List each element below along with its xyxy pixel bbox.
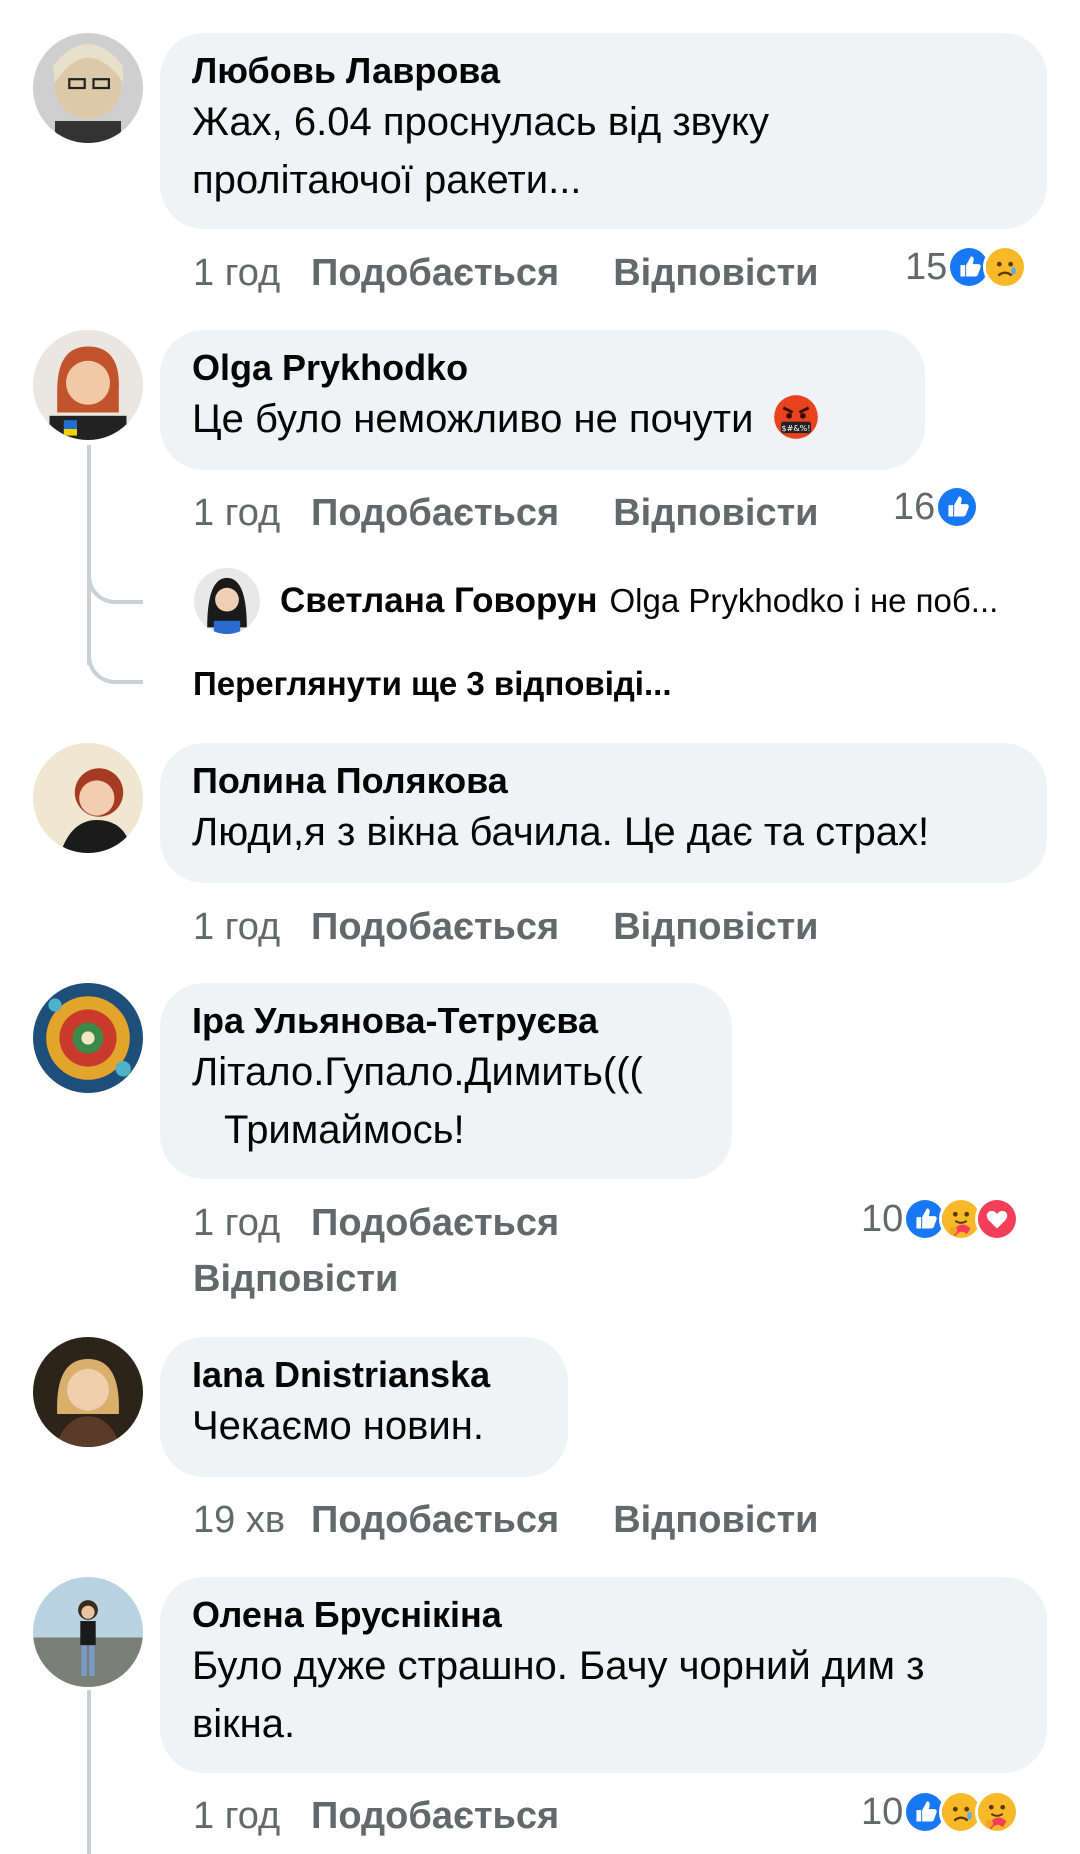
- svg-text:$#&%!: $#&%!: [781, 424, 810, 433]
- comment-text-line: Тримаймось!: [224, 1108, 465, 1152]
- like-button[interactable]: Подобається: [311, 1793, 559, 1839]
- thread-curve-reply: [87, 570, 143, 604]
- avatar[interactable]: [33, 1577, 143, 1687]
- comment-actions: Відповісти: [193, 1256, 398, 1302]
- like-button[interactable]: Подобається: [311, 904, 559, 950]
- comment-text: Це було неможливо не почути $#&%!: [192, 390, 893, 448]
- view-more-replies-link[interactable]: Переглянути ще 3 відповіді...: [193, 665, 671, 703]
- comment-actions: 1 год Подобається Відповісти: [193, 250, 819, 296]
- comment-author[interactable]: Iana Dnistrianska: [192, 1353, 536, 1397]
- like-button[interactable]: Подобається: [311, 490, 559, 536]
- comment-text-line: Люди,я з вікна бачила. Це дає та страх!: [192, 810, 930, 854]
- avatar[interactable]: [33, 330, 143, 440]
- comment-author[interactable]: Іра Ульянова-Тетруєва: [192, 999, 700, 1043]
- reply-button[interactable]: Відповісти: [613, 252, 818, 294]
- comment-bubble: Iana Dnistrianska Чекаємо новин.: [160, 1337, 568, 1477]
- avatar[interactable]: [33, 743, 143, 853]
- comment-time[interactable]: 1 год: [193, 490, 311, 536]
- reaction-count: 15: [905, 246, 948, 288]
- reaction-summary[interactable]: 15: [905, 244, 1028, 290]
- reaction-count: 16: [893, 486, 936, 528]
- comment-text: Літало.Гупало.Димить((( Тримаймось!: [192, 1043, 700, 1159]
- reply-button[interactable]: Відповісти: [613, 492, 818, 534]
- comment-actions: 1 год Подобається Відповісти: [193, 490, 819, 536]
- comment-actions: 1 год Подобається: [193, 1200, 613, 1246]
- comment-bubble: Олена Бруснікіна Було дуже страшно. Бачу…: [160, 1577, 1047, 1773]
- comment-text-line: Це було неможливо не почути: [192, 397, 754, 441]
- thread-curve-more: [87, 650, 143, 684]
- comment-bubble: Любовь Лаврова Жах, 6.04 проснулась від …: [160, 33, 1047, 229]
- avatar[interactable]: [33, 1337, 143, 1447]
- comment-time[interactable]: 1 год: [193, 904, 311, 950]
- comment-actions: 1 год Подобається Відповісти: [193, 904, 819, 950]
- reply-author[interactable]: Светлана Говорун: [280, 581, 597, 621]
- avatar[interactable]: [194, 568, 260, 634]
- thread-line: [87, 1690, 91, 1854]
- reaction-summary[interactable]: 16: [893, 484, 980, 530]
- avatar[interactable]: [33, 33, 143, 143]
- cursing-face-icon: $#&%!: [773, 394, 819, 440]
- comment-text: Чекаємо новин.: [192, 1397, 536, 1455]
- avatar[interactable]: [33, 983, 143, 1093]
- like-reaction-icon: [935, 485, 980, 529]
- care-reaction-icon: [975, 1790, 1020, 1834]
- reaction-count: 10: [861, 1198, 904, 1240]
- reaction-summary[interactable]: 10: [861, 1196, 1020, 1242]
- reaction-count: 10: [861, 1791, 904, 1833]
- comment-actions: 1 год Подобається: [193, 1793, 613, 1839]
- comment-text-line: Літало.Гупало.Димить(((: [192, 1050, 643, 1094]
- comment-text: Було дуже страшно. Бачу чорний дим з вік…: [192, 1637, 1015, 1753]
- comment-bubble: Іра Ульянова-Тетруєва Літало.Гупало.Дими…: [160, 983, 732, 1179]
- reply-button[interactable]: Відповісти: [613, 906, 818, 948]
- comment-author[interactable]: Olga Prykhodko: [192, 346, 893, 390]
- love-reaction-icon: [975, 1197, 1020, 1241]
- comment-text-line: вікна.: [192, 1702, 296, 1746]
- comment-bubble: Полина Полякова Люди,я з вікна бачила. Ц…: [160, 743, 1047, 883]
- like-button[interactable]: Подобається: [311, 250, 559, 296]
- reply-button[interactable]: Відповісти: [613, 1499, 818, 1541]
- comment-text: Жах, 6.04 проснулась від звуку пролітаюч…: [192, 93, 1015, 209]
- comment-author[interactable]: Полина Полякова: [192, 759, 1015, 803]
- comment-time[interactable]: 1 год: [193, 250, 311, 296]
- like-button[interactable]: Подобається: [311, 1497, 559, 1543]
- reply-text: Olga Prykhodko і не поб...: [609, 582, 999, 619]
- comment-text-line: Чекаємо новин.: [192, 1404, 484, 1448]
- thread-line: [87, 445, 91, 665]
- sad-reaction-icon: [983, 245, 1028, 289]
- comment-author[interactable]: Любовь Лаврова: [192, 49, 1015, 93]
- comment-text-line: Було дуже страшно. Бачу чорний дим з: [192, 1644, 925, 1688]
- comment-text-line: Жах, 6.04 проснулась від звуку: [192, 100, 769, 144]
- like-button[interactable]: Подобається: [311, 1200, 559, 1246]
- comment-text-line: пролітаючої ракети...: [192, 158, 582, 202]
- reply-preview[interactable]: Светлана Говорун Olga Prykhodko і не поб…: [194, 568, 998, 634]
- comment-bubble: Olga Prykhodko Це було неможливо не почу…: [160, 330, 925, 470]
- comment-author[interactable]: Олена Бруснікіна: [192, 1593, 1015, 1637]
- reaction-summary[interactable]: 10: [861, 1789, 1020, 1835]
- comment-text: Люди,я з вікна бачила. Це дає та страх!: [192, 803, 1015, 861]
- reply-button[interactable]: Відповісти: [193, 1258, 398, 1300]
- comment-actions: 19 хв Подобається Відповісти: [193, 1497, 819, 1543]
- comment-time[interactable]: 19 хв: [193, 1497, 311, 1543]
- comment-time[interactable]: 1 год: [193, 1793, 311, 1839]
- comment-time[interactable]: 1 год: [193, 1200, 311, 1246]
